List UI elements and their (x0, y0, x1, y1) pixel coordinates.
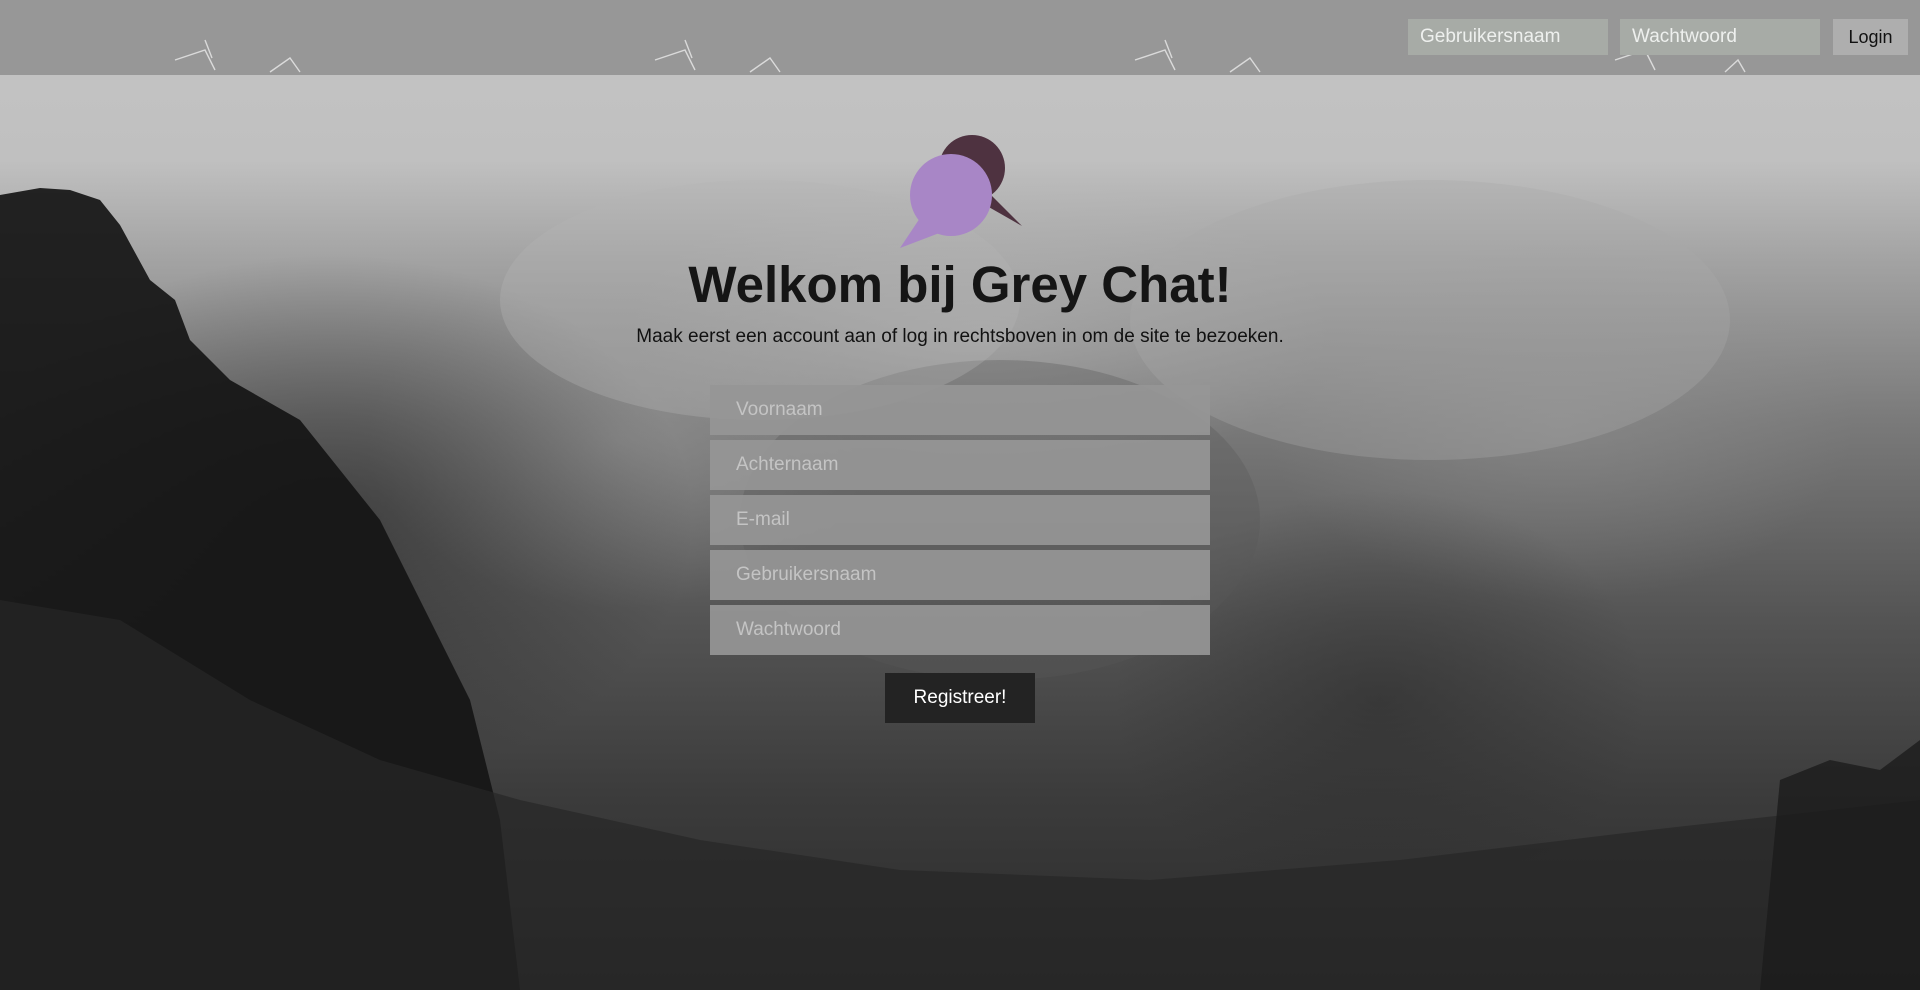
username-input[interactable] (710, 550, 1210, 600)
password-input[interactable] (710, 605, 1210, 655)
top-bar: Login (0, 0, 1920, 75)
header-password-input[interactable] (1620, 19, 1820, 55)
email-input[interactable] (710, 495, 1210, 545)
register-button[interactable]: Registreer! (885, 673, 1035, 723)
page-title: Welkom bij Grey Chat! (688, 256, 1232, 313)
register-form (710, 385, 1210, 660)
header-username-input[interactable] (1408, 19, 1608, 55)
first-name-input[interactable] (710, 385, 1210, 435)
login-button[interactable]: Login (1833, 19, 1908, 55)
last-name-input[interactable] (710, 440, 1210, 490)
page-subtitle: Maak eerst een account aan of log in rec… (636, 326, 1284, 347)
chat-bubbles-icon (898, 122, 1026, 250)
